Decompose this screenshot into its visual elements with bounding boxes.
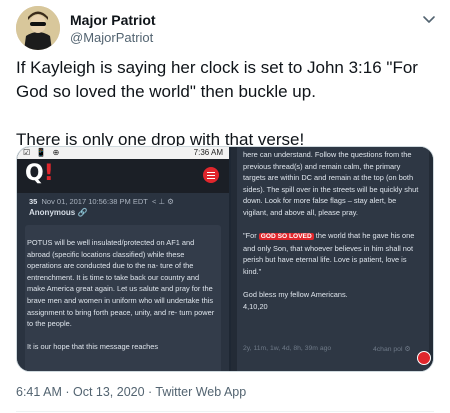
author-handle[interactable]: @MajorPatriot <box>70 30 153 45</box>
drop-verse: "For GOD SO LOVED the world that he gave… <box>243 230 423 277</box>
post-actions-icons: < ⊥ ⚙ <box>152 197 174 206</box>
post-number: 35 <box>29 197 38 206</box>
divider <box>16 411 434 412</box>
drop-blessing: God bless my fellow Americans. <box>243 290 348 300</box>
q-logo-bang: ! <box>43 161 54 186</box>
link-icon: 🔗 <box>77 208 88 217</box>
post-author-name: Anonymous <box>29 208 76 217</box>
post-paragraph: POTUS will be well insulated/protected o… <box>27 238 215 329</box>
verse-highlight: GOD SO LOVED <box>258 233 314 241</box>
status-time: 7:36 AM <box>193 148 223 157</box>
tweet-paragraph: If Kayleigh is saying her clock is set t… <box>16 58 418 101</box>
avatar-portrait-icon <box>16 6 60 50</box>
tweet-media[interactable]: ☑ 📱 ⊕ 7:36 AM Q! 35 Nov 01, 2017 10:56:3… <box>16 146 434 372</box>
tweet: Major Patriot @MajorPatriot If Kayleigh … <box>0 0 450 413</box>
drop-footer: 2y, 11m, 1w, 4d, 8h, 39m ago 4chan pol ⚙ <box>243 345 410 353</box>
alert-badge-icon <box>417 351 431 365</box>
post-body: POTUS will be well insulated/protected o… <box>27 237 217 365</box>
author-name[interactable]: Major Patriot <box>70 12 156 28</box>
q-logo-letter: Q <box>25 161 44 186</box>
drop-closing: God bless my fellow Americans. 4,10,20 <box>243 289 423 312</box>
post-date: Nov 01, 2017 10:56:38 PM EDT <box>41 197 148 206</box>
media-image-right[interactable]: here can understand. Follow the question… <box>231 147 433 371</box>
menu-icon <box>203 167 219 183</box>
verse-open: "For <box>243 231 257 241</box>
drop-paragraph: here can understand. Follow the question… <box>243 150 419 217</box>
drop-text: here can understand. Follow the question… <box>243 149 423 324</box>
post-paragraph: It is our hope that this message reaches <box>27 342 159 352</box>
drop-board: 4chan pol ⚙ <box>373 345 410 353</box>
drop-age: 2y, 11m, 1w, 4d, 8h, 39m ago <box>243 345 332 352</box>
avatar[interactable] <box>16 6 60 50</box>
q-logo: Q! <box>25 161 54 186</box>
phone-status-bar: ☑ 📱 ⊕ 7:36 AM <box>17 147 229 159</box>
status-icons: ☑ 📱 ⊕ <box>23 148 62 157</box>
chevron-down-icon[interactable] <box>420 10 438 28</box>
post-author: Anonymous 🔗 <box>29 208 87 217</box>
media-image-left[interactable]: ☑ 📱 ⊕ 7:36 AM Q! 35 Nov 01, 2017 10:56:3… <box>17 147 229 371</box>
drop-board-name: 4chan pol <box>373 346 403 353</box>
gear-icon: ⚙ <box>404 346 411 353</box>
drop-sign-off: 4,10,20 <box>243 301 268 311</box>
post-meta: 35 Nov 01, 2017 10:56:38 PM EDT < ⊥ ⚙ <box>29 197 174 206</box>
tweet-timestamp[interactable]: 6:41 AM · Oct 13, 2020 · Twitter Web App <box>16 385 246 399</box>
